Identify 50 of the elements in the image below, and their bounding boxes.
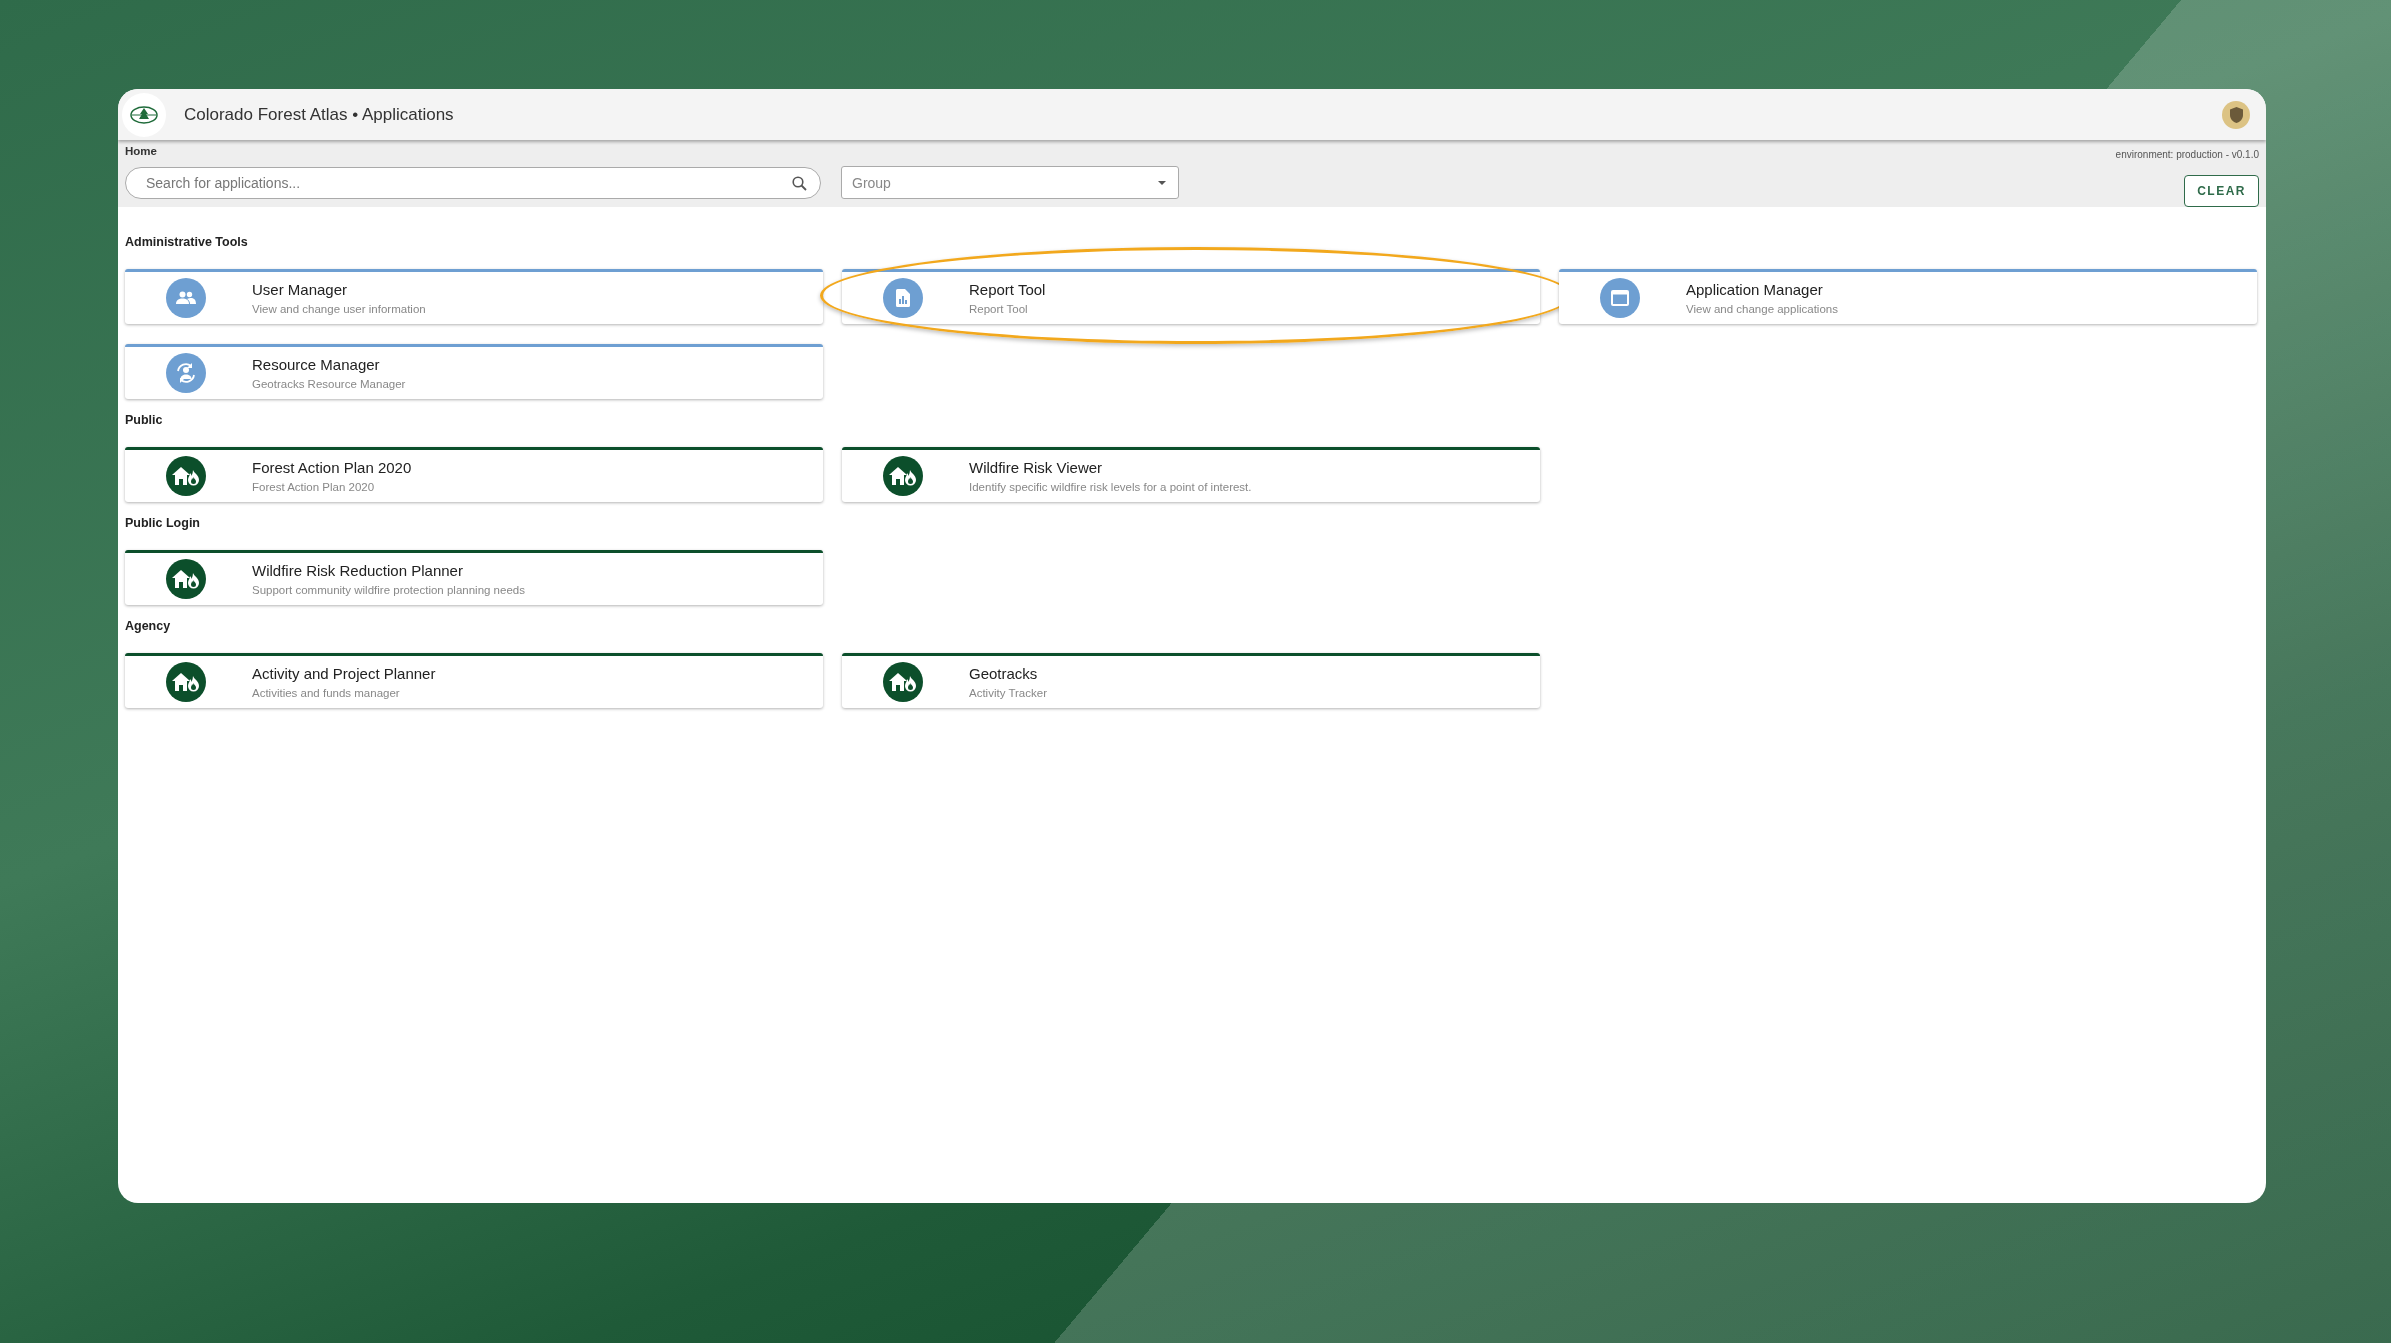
report-icon <box>896 289 910 307</box>
environment-label: environment: production - v0.1.0 <box>2115 149 2259 160</box>
app-description: Identify specific wildfire risk levels for a point of interest. <box>969 481 1252 493</box>
section-heading: Administrative Tools <box>125 234 249 251</box>
app-card[interactable]: Wildfire Risk Viewer Identify specific wildfire risk levels for a point of interest. <box>842 447 1540 502</box>
house-fire-icon <box>172 569 200 589</box>
search-icon[interactable] <box>792 176 807 191</box>
house-fire-icon <box>889 672 917 692</box>
app-title: Wildfire Risk Reduction Planner <box>252 562 464 579</box>
app-description: Report Tool <box>969 303 1029 315</box>
clear-button[interactable]: CLEAR <box>2184 175 2259 207</box>
app-card[interactable]: Geotracks Activity Tracker <box>842 653 1540 708</box>
app-title: Resource Manager <box>252 356 381 373</box>
group-dropdown[interactable]: Group <box>841 166 1179 199</box>
app-title: Forest Action Plan 2020 <box>252 459 412 476</box>
user-avatar[interactable] <box>2222 100 2250 129</box>
house-fire-icon <box>172 672 200 692</box>
section-heading: Agency <box>125 618 172 635</box>
app-description: Activity Tracker <box>969 687 1047 699</box>
app-description: View and change applications <box>1686 303 1838 315</box>
house-fire-icon <box>172 466 200 486</box>
logo-icon[interactable] <box>122 92 166 137</box>
app-title: Colorado Forest Atlas • Applications <box>184 104 455 125</box>
app-card[interactable]: Resource Manager Geotracks Resource Manager <box>125 344 823 399</box>
app-card[interactable]: User Manager View and change user information <box>125 269 823 324</box>
app-description: Forest Action Plan 2020 <box>252 481 376 493</box>
house-fire-icon <box>889 466 917 486</box>
person-cycle-icon <box>175 362 197 384</box>
app-title: Activity and Project Planner <box>252 665 436 682</box>
search-field[interactable]: Search for applications... <box>125 167 821 199</box>
app-card[interactable]: Activity and Project Planner Activities and funds manager <box>125 653 823 708</box>
section-heading: Public <box>125 412 164 429</box>
breadcrumb-link[interactable]: Home <box>125 145 157 160</box>
section-heading: Public Login <box>125 515 201 532</box>
app-card[interactable]: Report Tool Report Tool <box>842 269 1540 324</box>
app-title: User Manager <box>252 281 349 298</box>
caret-icon <box>1158 180 1166 185</box>
app-description: Activities and funds manager <box>252 687 401 699</box>
app-card[interactable]: Application Manager View and change applications <box>1559 269 2257 324</box>
app-description: Support community wildfire protection planning needs <box>252 584 525 596</box>
app-description: View and change user information <box>252 303 426 315</box>
app-title: Wildfire Risk Viewer <box>969 459 1104 476</box>
app-title: Geotracks <box>969 665 1039 682</box>
app-description: Geotracks Resource Manager <box>252 378 406 390</box>
app-title: Report Tool <box>969 281 1046 298</box>
app-card[interactable]: Forest Action Plan 2020 Forest Action Plan 2020 <box>125 447 823 502</box>
app-title: Application Manager <box>1686 281 1824 298</box>
window-icon <box>1611 290 1629 306</box>
app-card[interactable]: Wildfire Risk Reduction Planner Support community wildfire protection planning needs <box>125 550 823 605</box>
people-icon <box>176 291 196 305</box>
